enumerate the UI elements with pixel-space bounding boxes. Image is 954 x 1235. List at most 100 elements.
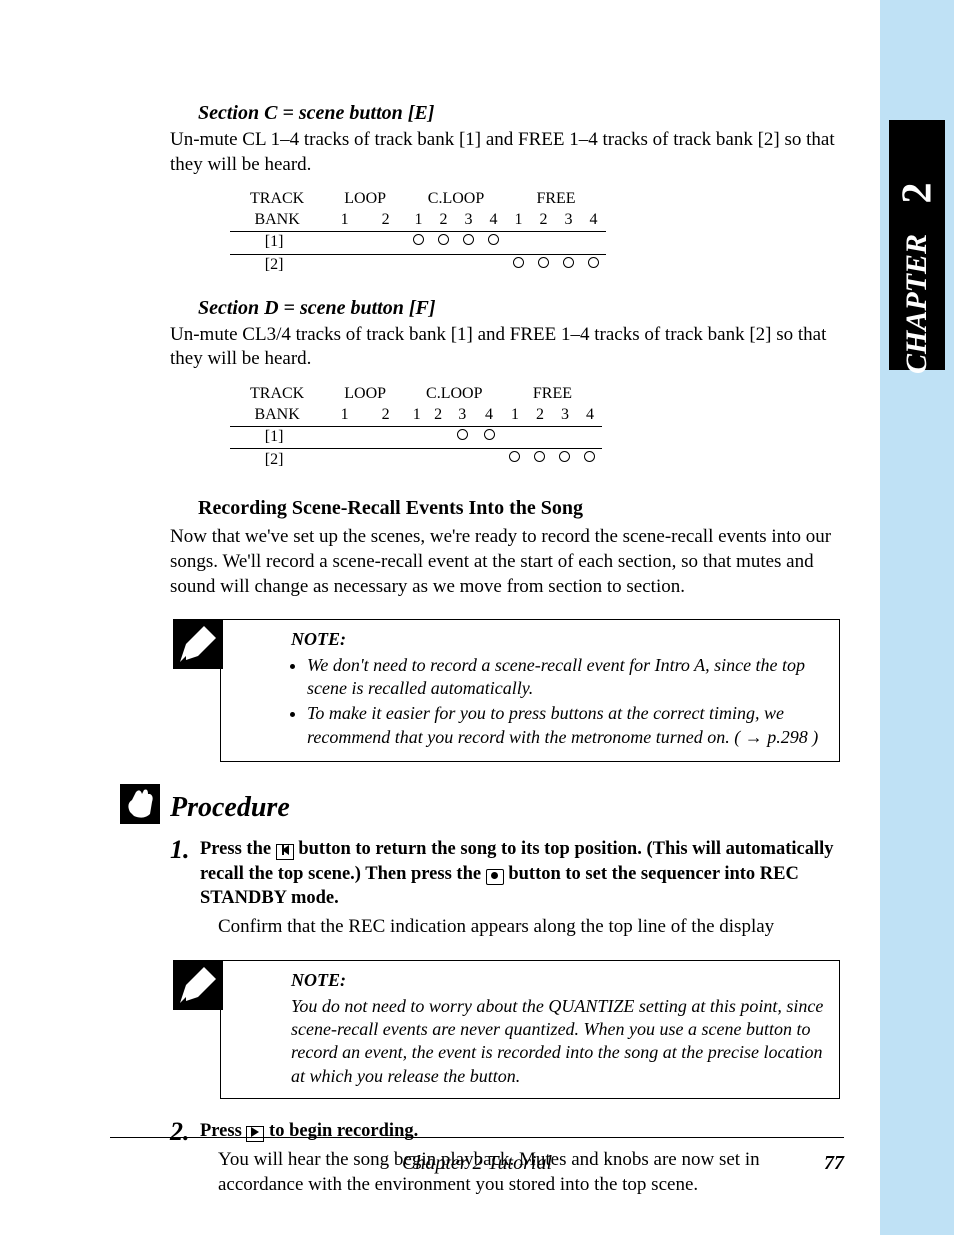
- pencil-icon: [174, 961, 222, 1009]
- skip-to-start-icon: [276, 844, 294, 860]
- hand-icon: [120, 784, 160, 824]
- track-cell: [365, 232, 406, 254]
- track-cell: [406, 255, 431, 277]
- note-list-item: We don't need to record a scene-recall e…: [307, 654, 825, 701]
- step-1-number: 1.: [170, 833, 190, 867]
- track-cell: [552, 427, 577, 449]
- row-label: [1]: [230, 232, 324, 254]
- track-cell: [406, 427, 427, 449]
- track-cell: [577, 427, 602, 449]
- col-sub: 4: [577, 405, 602, 426]
- procedure-step-1: 1. Press the button to return the song t…: [170, 837, 840, 941]
- track-cell: [324, 232, 365, 254]
- col-head-loop: LOOP: [324, 384, 406, 405]
- track-cell: [324, 255, 365, 277]
- circle-marker-icon: [488, 234, 499, 245]
- circle-marker-icon: [484, 429, 495, 440]
- col-head-cloop: C.LOOP: [406, 384, 502, 405]
- track-cell: [365, 449, 406, 471]
- section-c-text: Un-mute CL 1–4 tracks of track bank [1] …: [170, 128, 840, 177]
- track-cell: [324, 449, 365, 471]
- col-sub: 3: [556, 210, 581, 231]
- section-d-text: Un-mute CL3/4 tracks of track bank [1] a…: [170, 323, 840, 372]
- circle-marker-icon: [457, 429, 468, 440]
- track-cell: [449, 427, 476, 449]
- pencil-icon: [174, 620, 222, 668]
- track-cell: [527, 427, 552, 449]
- col-sub: 2: [365, 405, 406, 426]
- step-1-lead-a: Press the: [200, 839, 276, 859]
- col-sub: 2: [431, 210, 456, 231]
- track-cell: [427, 449, 448, 471]
- chapter-side-box: 2 CHAPTER: [889, 120, 945, 370]
- note-label: NOTE:: [291, 969, 825, 992]
- circle-marker-icon: [584, 451, 595, 462]
- col-head-free: FREE: [502, 384, 602, 405]
- page-content: Section C = scene button [E] Un-mute CL …: [170, 100, 840, 1197]
- col-sub: 3: [456, 210, 481, 231]
- track-table-section-c: TRACKLOOPC.LOOPFREEBANK1212341234[1][2]: [230, 189, 606, 276]
- row-label: [1]: [230, 427, 324, 449]
- chapter-label: CHAPTER: [900, 234, 934, 374]
- track-cell: [365, 255, 406, 277]
- track-cell: [502, 449, 527, 471]
- note-icon: [173, 619, 223, 669]
- track-cell: [406, 449, 427, 471]
- note-list-item: To make it easier for you to press butto…: [307, 702, 825, 749]
- track-cell: [577, 449, 602, 471]
- track-cell: [581, 232, 606, 254]
- track-cell: [476, 449, 503, 471]
- col-sub: 4: [476, 405, 503, 426]
- col-sub: 3: [449, 405, 476, 426]
- track-cell: [531, 232, 556, 254]
- chapter-number: 2: [893, 183, 941, 204]
- track-cell: [324, 427, 365, 449]
- col-sub: 4: [481, 210, 506, 231]
- track-cell: [506, 255, 531, 277]
- note-box-1: NOTE: We don't need to record a scene-re…: [220, 619, 840, 762]
- track-cell: [502, 427, 527, 449]
- recording-heading: Recording Scene-Recall Events Into the S…: [198, 495, 840, 521]
- col-sub: 2: [531, 210, 556, 231]
- track-cell: [556, 255, 581, 277]
- row-label: [2]: [230, 449, 324, 471]
- track-cell: [481, 255, 506, 277]
- procedure-heading: Procedure: [170, 790, 840, 826]
- track-cell: [556, 232, 581, 254]
- section-d-heading: Section D = scene button [F]: [198, 295, 840, 321]
- track-cell: [476, 427, 503, 449]
- circle-marker-icon: [534, 451, 545, 462]
- note-2-body: You do not need to worry about the QUANT…: [291, 995, 825, 1089]
- circle-marker-icon: [413, 234, 424, 245]
- col-head-cloop: C.LOOP: [406, 189, 506, 210]
- circle-marker-icon: [588, 257, 599, 268]
- col-sub: 1: [324, 210, 365, 231]
- note-icon: [173, 960, 223, 1010]
- col-head-free: FREE: [506, 189, 606, 210]
- record-icon: [486, 869, 504, 885]
- note-box-2: NOTE: You do not need to worry about the…: [220, 960, 840, 1099]
- step-1-body: Confirm that the REC indication appears …: [218, 915, 840, 940]
- step-1-lead: Press the button to return the song to i…: [200, 839, 834, 909]
- track-cell: [427, 427, 448, 449]
- track-cell: [531, 255, 556, 277]
- col-sub: 1: [506, 210, 531, 231]
- footer-divider: [110, 1137, 844, 1138]
- col-sub: 2: [427, 405, 448, 426]
- procedure-icon: [120, 784, 160, 824]
- col-head-bank: BANK: [230, 210, 324, 231]
- row-label: [2]: [230, 255, 324, 277]
- col-sub: 2: [527, 405, 552, 426]
- track-cell: [406, 232, 431, 254]
- circle-marker-icon: [463, 234, 474, 245]
- circle-marker-icon: [438, 234, 449, 245]
- circle-marker-icon: [563, 257, 574, 268]
- circle-marker-icon: [509, 451, 520, 462]
- footer-chapter-text: Chapter 2 Tutorial: [402, 1152, 552, 1174]
- col-sub: 1: [502, 405, 527, 426]
- track-table-section-d: TRACKLOOPC.LOOPFREEBANK1212341234[1][2]: [230, 384, 602, 471]
- col-head-bank: BANK: [230, 405, 324, 426]
- chapter-side-tab: 2 CHAPTER: [880, 0, 954, 1235]
- track-cell: [431, 255, 456, 277]
- track-cell: [481, 232, 506, 254]
